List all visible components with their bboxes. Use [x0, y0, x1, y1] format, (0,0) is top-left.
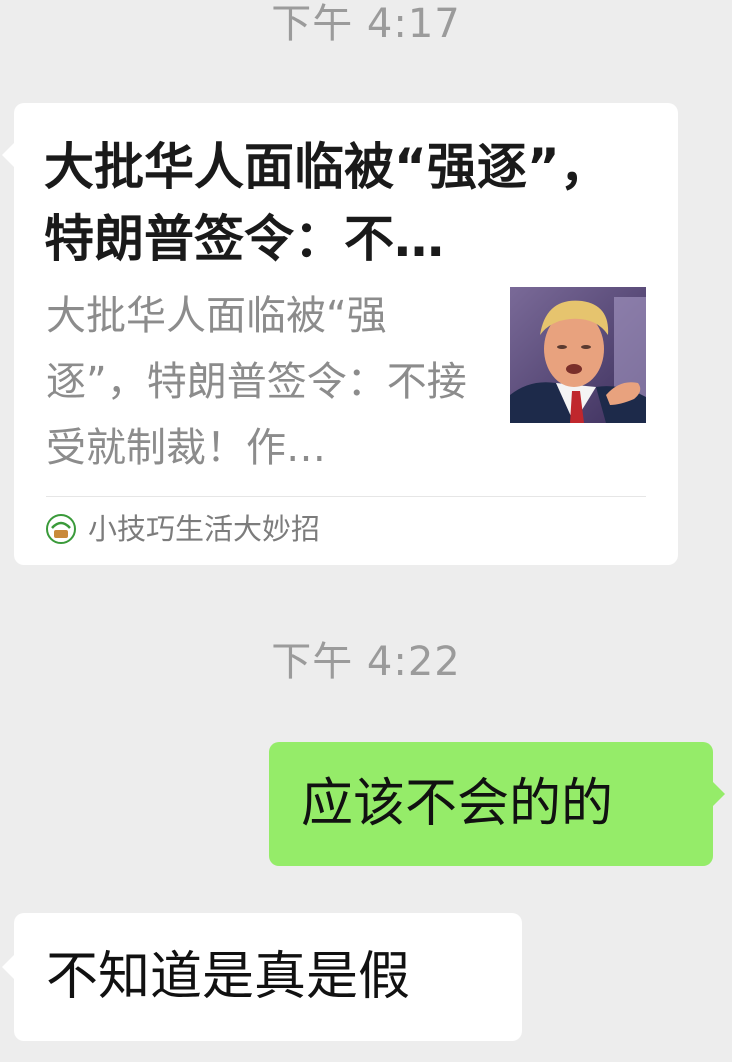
trump-photo-thumbnail	[510, 287, 646, 423]
source-account-name: 小技巧生活大妙招	[88, 512, 321, 546]
message-timestamp: 下午 4:22	[271, 639, 461, 685]
link-card-description: 大批华人面临被“强逐”，特朗普签令：不接受就制裁！作…	[46, 293, 467, 471]
message-timestamp: 下午 4:17	[271, 1, 461, 47]
link-card-title: 大批华人面临被“强逐”，特朗普签令：不…	[44, 138, 610, 268]
link-card-message[interactable]: 大批华人面临被“强逐”，特朗普签令：不… 大批华人面临被“强逐”，特朗普签令：不…	[2, 103, 678, 565]
link-card-source[interactable]: 小技巧生活大妙招	[46, 505, 320, 553]
official-account-logo-icon	[46, 514, 76, 544]
outgoing-message-bubble[interactable]: 应该不会的的	[269, 742, 725, 866]
incoming-message-bubble[interactable]: 不知道是真是假	[2, 913, 522, 1041]
card-divider	[46, 496, 646, 497]
